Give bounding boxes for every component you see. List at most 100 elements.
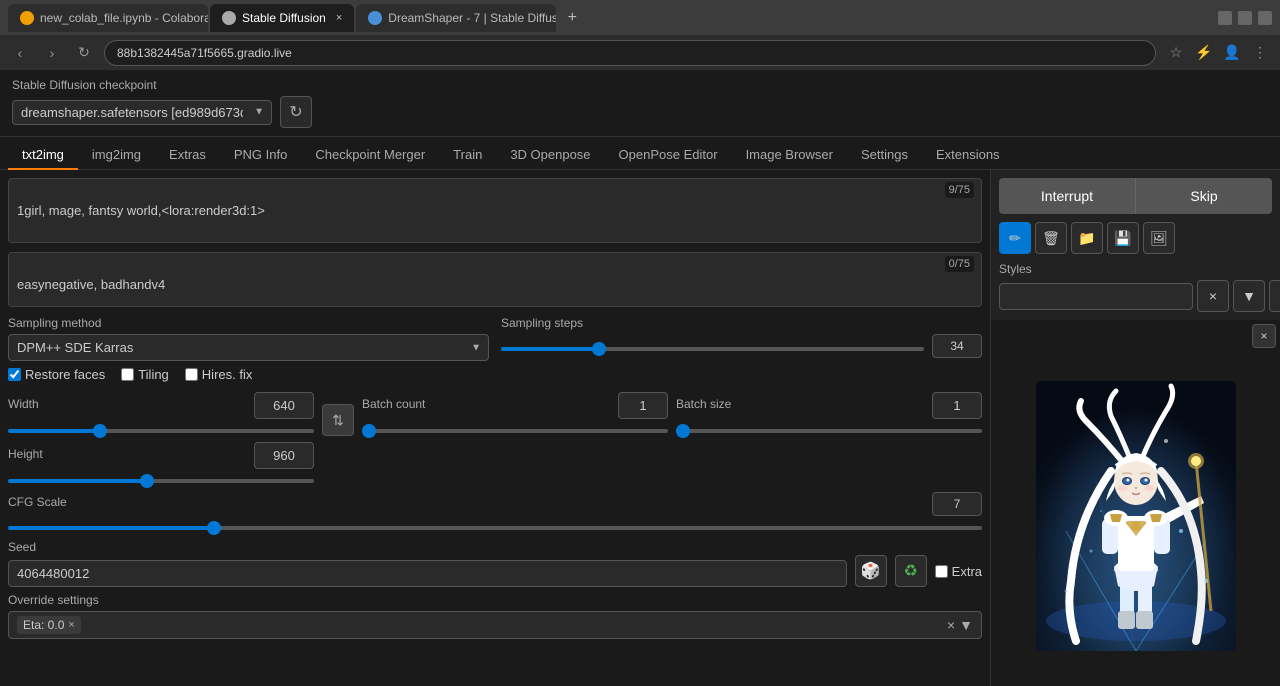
restore-faces-checkbox[interactable] xyxy=(8,368,21,381)
seed-recycle-button[interactable]: ♻ xyxy=(895,555,927,587)
height-group: Height xyxy=(8,442,314,486)
forward-button[interactable]: › xyxy=(40,41,64,65)
tab-extras[interactable]: Extras xyxy=(155,141,220,170)
width-group: Width xyxy=(8,392,314,436)
toolbar-image-button[interactable]: 🖼 xyxy=(1143,222,1175,254)
tab-checkpoint-merger[interactable]: Checkpoint Merger xyxy=(301,141,439,170)
extra-checkbox-group: Extra xyxy=(935,564,982,579)
toolbar-edit-button[interactable]: ✏ xyxy=(999,222,1031,254)
batch-count-slider[interactable] xyxy=(362,429,668,433)
seed-row: Seed 🎲 ♻ Extra xyxy=(8,539,982,587)
extra-label: Extra xyxy=(952,564,982,579)
extensions-button[interactable]: ⚡ xyxy=(1192,41,1216,65)
cfg-slider[interactable] xyxy=(8,526,982,530)
positive-prompt-input[interactable] xyxy=(8,178,982,243)
sampling-steps-group: Sampling steps xyxy=(501,316,982,361)
checkpoint-refresh-button[interactable]: ↻ xyxy=(280,96,312,128)
interrupt-button[interactable]: Interrupt xyxy=(999,178,1135,214)
tab-3dopenpose[interactable]: 3D Openpose xyxy=(496,141,604,170)
tab-settings[interactable]: Settings xyxy=(847,141,922,170)
generate-buttons: Interrupt Skip xyxy=(991,170,1280,222)
width-value-input[interactable] xyxy=(254,392,314,419)
content-area: 9/75 document.querySelector('[data-name=… xyxy=(0,170,1280,686)
tab-close-sd[interactable]: × xyxy=(336,12,342,24)
toolbar-folder-button[interactable]: 📁 xyxy=(1071,222,1103,254)
bookmark-button[interactable]: ☆ xyxy=(1164,41,1188,65)
new-tab-button[interactable]: + xyxy=(558,4,586,32)
height-value-input[interactable] xyxy=(254,442,314,469)
styles-label: Styles xyxy=(999,262,1272,276)
width-slider[interactable] xyxy=(8,429,314,433)
skip-button[interactable]: Skip xyxy=(1135,178,1272,214)
tab-colab[interactable]: new_colab_file.ipynb - Colabora... × xyxy=(8,4,208,32)
tab-pnginfo[interactable]: PNG Info xyxy=(220,141,301,170)
tab-image-browser[interactable]: Image Browser xyxy=(732,141,847,170)
checkpoint-select[interactable]: dreamshaper.safetensors [ed989d673d] xyxy=(12,100,272,125)
batch-size-slider[interactable] xyxy=(676,429,982,433)
tiling-label: Tiling xyxy=(138,367,169,382)
negative-prompt-input[interactable] xyxy=(8,252,982,307)
seed-random-button[interactable]: 🎲 xyxy=(855,555,887,587)
swap-icon: ⇅ xyxy=(332,412,344,429)
tab-img2img[interactable]: img2img xyxy=(78,141,155,170)
tab-dreamshaper[interactable]: DreamShaper - 7 | Stable Diffusio... × xyxy=(356,4,556,32)
maximize-button[interactable] xyxy=(1238,11,1252,25)
toolbar-save-button[interactable]: 💾 xyxy=(1107,222,1139,254)
browser-actions: ☆ ⚡ 👤 ⋮ xyxy=(1164,41,1272,65)
cfg-label: CFG Scale xyxy=(8,495,67,509)
reload-button[interactable]: ↻ xyxy=(72,41,96,65)
tab-extensions[interactable]: Extensions xyxy=(922,141,1014,170)
sampling-steps-slider[interactable] xyxy=(501,347,924,351)
cfg-value-input[interactable] xyxy=(932,492,982,516)
image-close-button[interactable]: × xyxy=(1252,324,1276,348)
override-dropdown-button[interactable]: ▼ xyxy=(959,617,973,633)
sampling-steps-slider-container xyxy=(501,339,924,354)
sampling-method-select-wrap: DPM++ SDE Karras xyxy=(8,334,489,361)
batch-size-input[interactable] xyxy=(932,392,982,419)
positive-prompt-counter: 9/75 xyxy=(945,182,974,198)
batch-size-group: Batch size xyxy=(676,392,982,436)
menu-button[interactable]: ⋮ xyxy=(1248,41,1272,65)
tiling-checkbox-item[interactable]: Tiling xyxy=(121,367,169,382)
seed-input[interactable] xyxy=(8,560,847,587)
profile-button[interactable]: 👤 xyxy=(1220,41,1244,65)
negative-prompt-wrapper: 0/75 document.querySelector('[data-name=… xyxy=(8,252,982,310)
hires-fix-checkbox-item[interactable]: Hires. fix xyxy=(185,367,253,382)
hires-fix-checkbox[interactable] xyxy=(185,368,198,381)
sampling-method-select[interactable]: DPM++ SDE Karras xyxy=(8,334,489,361)
swap-dimensions-button[interactable]: ⇅ xyxy=(322,404,354,436)
restore-faces-checkbox-item[interactable]: Restore faces xyxy=(8,367,105,382)
tiling-checkbox[interactable] xyxy=(121,368,134,381)
address-bar[interactable]: 88b1382445a71f5665.gradio.live xyxy=(104,40,1156,66)
minimize-button[interactable] xyxy=(1218,11,1232,25)
height-label: Height xyxy=(8,447,43,461)
sampling-steps-value[interactable] xyxy=(932,334,982,358)
checkpoint-label: Stable Diffusion checkpoint xyxy=(12,78,1268,92)
height-row: Height xyxy=(8,442,982,486)
seed-label: Seed xyxy=(8,540,847,554)
tab-label-dreamshaper: DreamShaper - 7 | Stable Diffusio... xyxy=(388,11,556,25)
tab-stable-diffusion[interactable]: Stable Diffusion × xyxy=(210,4,354,32)
override-clear-button[interactable]: × xyxy=(947,617,955,633)
styles-clear-button[interactable]: × xyxy=(1197,280,1229,312)
extra-checkbox[interactable] xyxy=(935,565,948,578)
styles-refresh-button[interactable]: ↻ xyxy=(1269,280,1280,312)
image-output-area: × xyxy=(991,320,1280,686)
override-tag-close-button[interactable]: × xyxy=(68,619,74,631)
batch-count-input[interactable] xyxy=(618,392,668,419)
styles-dropdown-button[interactable]: ▼ xyxy=(1233,280,1265,312)
toolbar-trash-button[interactable]: 🗑 xyxy=(1035,222,1067,254)
styles-input[interactable] xyxy=(999,283,1193,310)
tab-train[interactable]: Train xyxy=(439,141,496,170)
override-tag-eta: Eta: 0.0 × xyxy=(17,616,81,634)
back-button[interactable]: ‹ xyxy=(8,41,32,65)
checkpoint-select-wrap: dreamshaper.safetensors [ed989d673d] xyxy=(12,100,272,125)
tab-openpose-editor[interactable]: OpenPose Editor xyxy=(605,141,732,170)
browser-chrome: new_colab_file.ipynb - Colabora... × Sta… xyxy=(0,0,1280,70)
override-label: Override settings xyxy=(8,593,982,607)
close-button[interactable] xyxy=(1258,11,1272,25)
left-panel: 9/75 document.querySelector('[data-name=… xyxy=(0,170,990,686)
tab-bar: new_colab_file.ipynb - Colabora... × Sta… xyxy=(0,0,1280,35)
tab-txt2img[interactable]: txt2img xyxy=(8,141,78,170)
height-slider[interactable] xyxy=(8,479,314,483)
